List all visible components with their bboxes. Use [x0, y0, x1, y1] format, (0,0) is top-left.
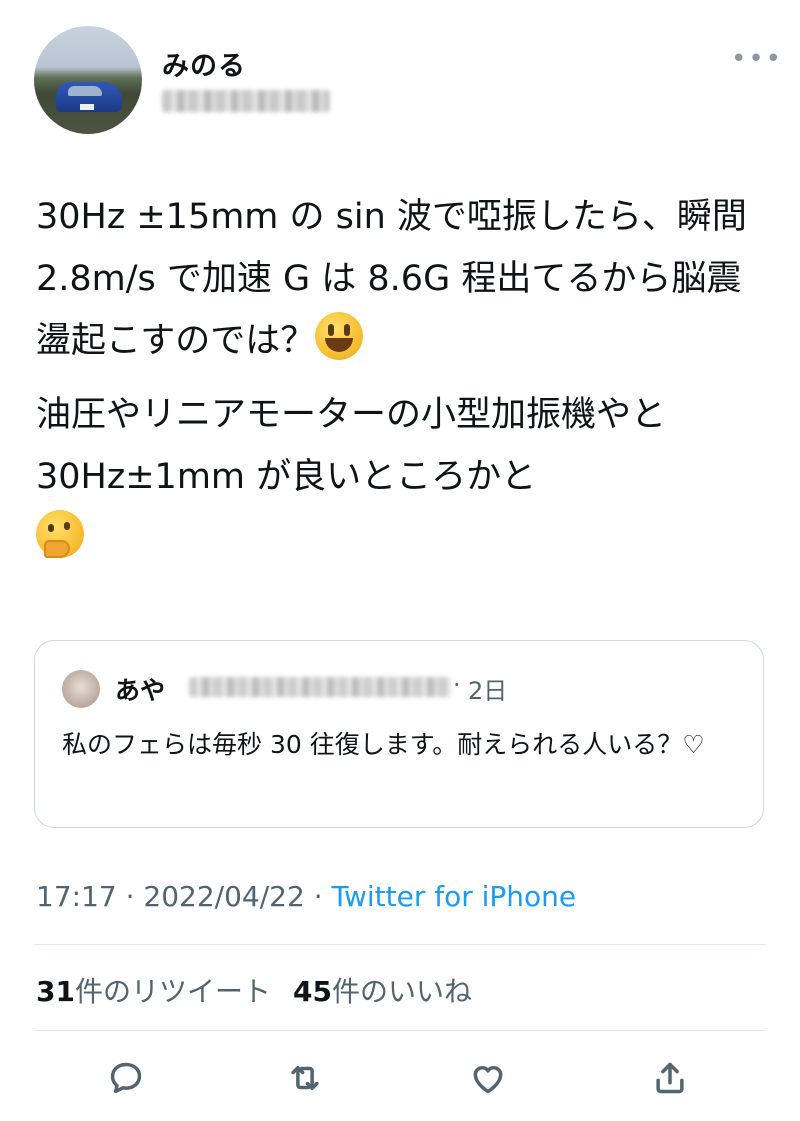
reply-button[interactable]	[104, 1056, 148, 1100]
author-avatar[interactable]	[34, 26, 142, 134]
thinking-face-icon	[36, 510, 84, 558]
tweet-paragraph-2: 油圧やリニアモーターの小型加振機やと 30Hz±1mm が良いところかと	[36, 384, 766, 570]
meta-separator: ·	[116, 880, 144, 913]
tweet-time[interactable]: 17:17	[36, 880, 117, 913]
like-count: 45	[292, 975, 332, 1008]
retweet-button[interactable]	[283, 1056, 327, 1100]
more-horizontal-icon[interactable]: •••	[731, 46, 783, 72]
like-label: 件のいいね	[331, 975, 472, 1008]
retweet-count: 31	[36, 975, 75, 1008]
author-handle-blurred	[162, 90, 330, 112]
tweet-meta: 17:17 · 2022/04/22 · Twitter for iPhone	[36, 880, 576, 913]
tweet-source-link[interactable]: Twitter for iPhone	[332, 880, 577, 913]
tweet-text: 30Hz ±15mm の sin 波で啞振したら、瞬間 2.8m/s で加速 G…	[36, 186, 766, 582]
quoted-author-name[interactable]: あや	[115, 671, 165, 707]
quoted-author-avatar[interactable]	[62, 670, 100, 708]
quoted-separator: ·	[453, 671, 461, 699]
tweet-stats: 31件のリツイート 45件のいいね	[36, 970, 472, 1010]
heart-icon	[473, 1065, 503, 1094]
quoted-author-handle-blurred	[189, 677, 451, 697]
grinning-face-icon	[315, 312, 364, 360]
tweet-date[interactable]: 2022/04/22	[143, 880, 304, 913]
share-icon	[656, 1062, 684, 1094]
tweet-paragraph-1: 30Hz ±15mm の sin 波で啞振したら、瞬間 2.8m/s で加速 G…	[36, 186, 766, 372]
share-button[interactable]	[648, 1056, 692, 1100]
author-display-name[interactable]: みのる	[162, 44, 246, 83]
reply-icon	[110, 1062, 142, 1094]
quoted-timestamp[interactable]: 2日	[468, 671, 507, 706]
retweet-icon	[291, 1065, 319, 1091]
license-plate	[80, 104, 94, 110]
tweet-paragraph-1-text: 30Hz ±15mm の sin 波で啞振したら、瞬間 2.8m/s で加速 G…	[36, 197, 759, 361]
retweet-label: 件のリツイート	[74, 975, 271, 1008]
tweet-paragraph-2-text: 油圧やリニアモーターの小型加振機やと 30Hz±1mm が良いところかと	[36, 395, 678, 497]
retweet-stat[interactable]: 31件のリツイート	[36, 975, 271, 1008]
meta-separator: ·	[304, 880, 332, 913]
divider	[34, 1030, 766, 1031]
quoted-tweet-card[interactable]: あや · 2日 私のフェらは毎秒 30 往復します。耐えられる人いる？♡	[34, 640, 764, 828]
divider	[34, 944, 766, 945]
like-button[interactable]	[466, 1056, 510, 1100]
quoted-tweet-text: 私のフェらは毎秒 30 往復します。耐えられる人いる？♡	[62, 730, 705, 759]
like-stat[interactable]: 45件のいいね	[293, 975, 472, 1008]
